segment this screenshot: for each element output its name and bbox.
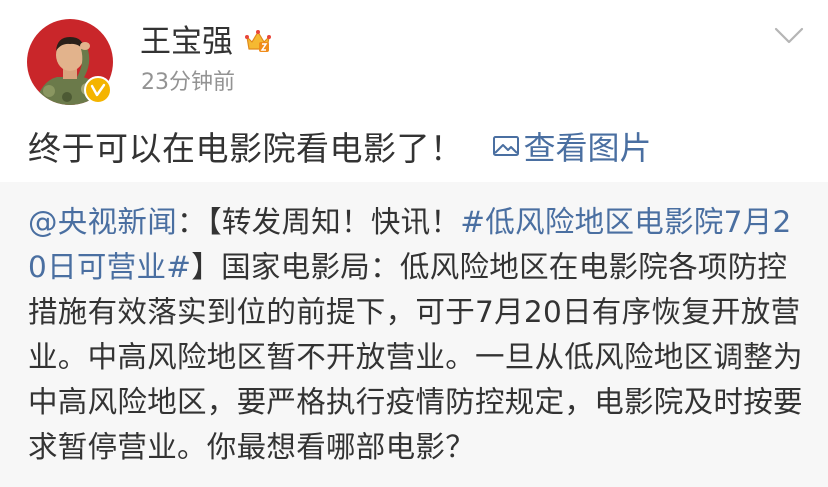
mention-link[interactable]: @央视新闻 [28,205,177,239]
view-picture-link[interactable]: 查看图片 [492,123,652,169]
chevron-down-icon[interactable] [772,24,806,48]
repost-block[interactable]: @央视新闻：【转发周知！快讯！#低风险地区电影院7月20日可营业#】国家电影局：… [0,182,828,487]
vip-crown-icon[interactable] [244,27,272,55]
user-name[interactable]: 王宝强 [140,22,233,62]
mention-colon: ： [177,205,207,239]
view-picture-label: 查看图片 [523,129,652,167]
verified-badge-icon [84,76,112,104]
repost-tag-prefix: 【转发周知！快讯！ [206,205,461,239]
post-timestamp: 23分钟前 [141,70,235,95]
weibo-post-card: 王宝强 23分钟前 终于可以在电影院看电影了！ 查看图片 @央视新闻：【转发周知… [0,0,828,487]
picture-icon [492,136,519,156]
post-text: 终于可以在电影院看电影了！ [28,129,464,168]
repost-text: @央视新闻：【转发周知！快讯！#低风险地区电影院7月20日可营业#】国家电影局：… [28,200,803,470]
post-content: 终于可以在电影院看电影了！ 查看图片 [28,121,652,171]
